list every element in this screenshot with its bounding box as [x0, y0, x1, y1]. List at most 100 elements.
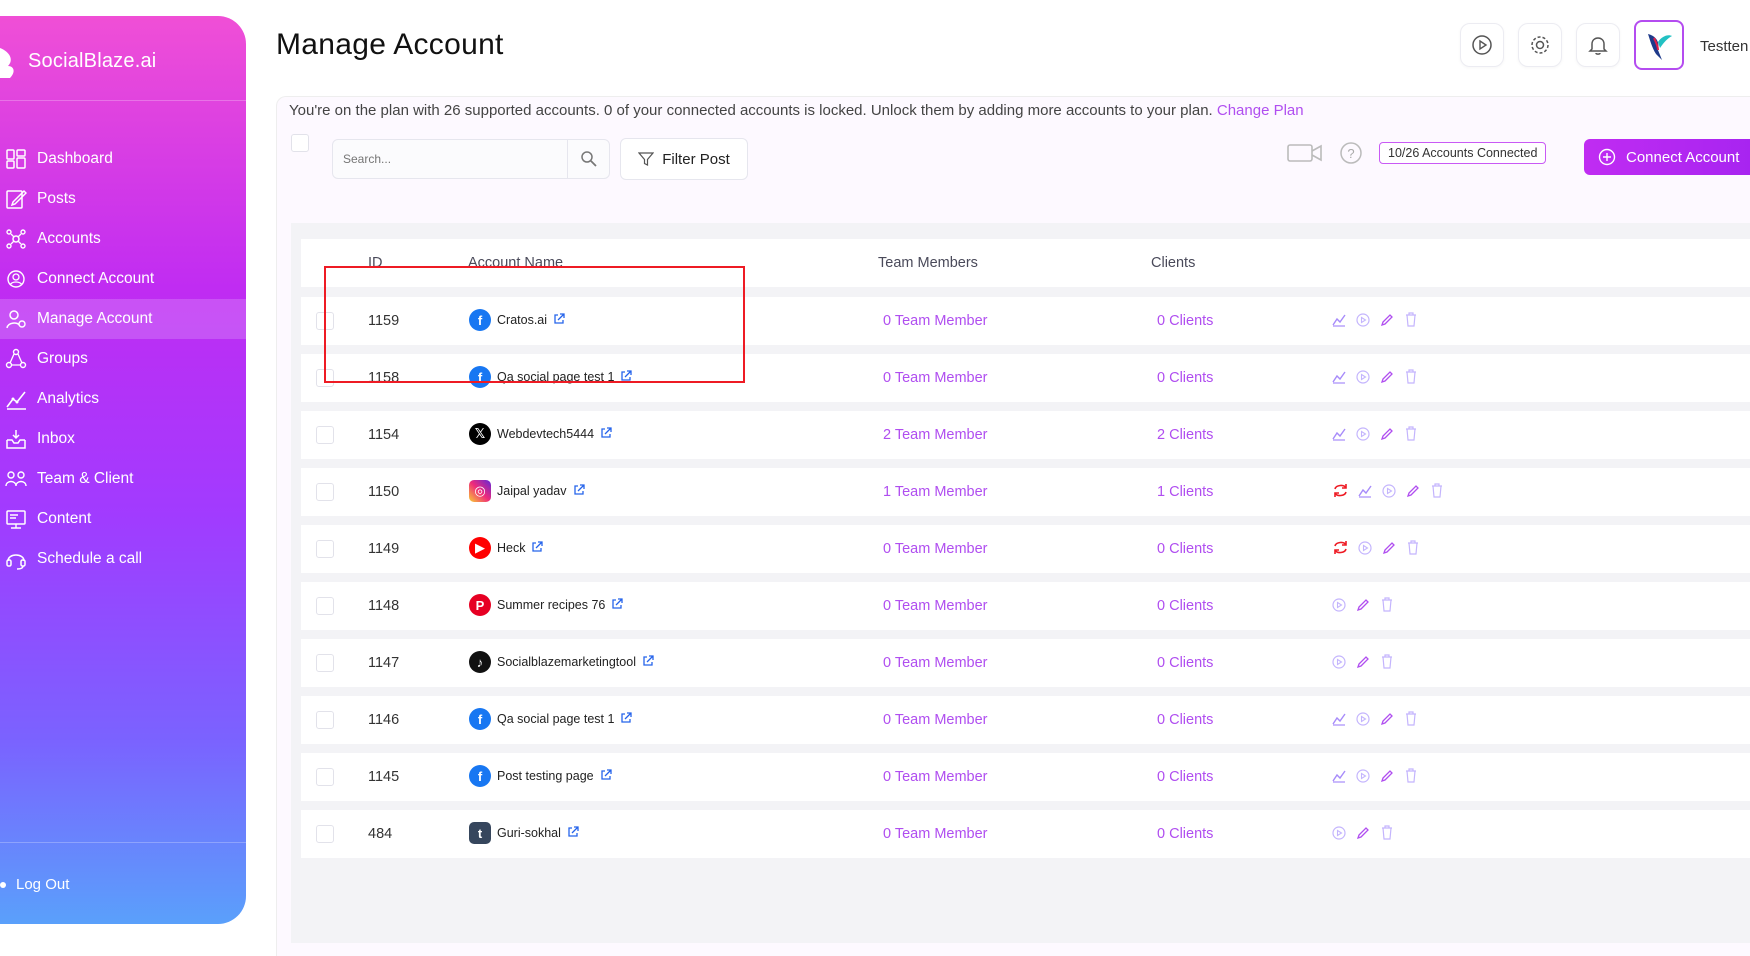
delete-icon[interactable] — [1430, 483, 1444, 501]
change-plan-link[interactable]: Change Plan — [1217, 102, 1304, 119]
clients-link[interactable]: 0 Clients — [1157, 313, 1213, 329]
edit-icon[interactable] — [1380, 769, 1394, 786]
select-all-checkbox[interactable] — [291, 134, 309, 152]
sidebar-item-content[interactable]: Content — [0, 499, 246, 539]
clients-link[interactable]: 1 Clients — [1157, 484, 1213, 500]
username[interactable]: Testten — [1700, 38, 1748, 55]
analytics-icon[interactable] — [1332, 313, 1346, 330]
external-link-icon[interactable] — [567, 825, 579, 841]
delete-icon[interactable] — [1380, 597, 1394, 615]
analytics-icon[interactable] — [1332, 769, 1346, 786]
sidebar-item-posts[interactable]: Posts — [0, 179, 246, 219]
clients-link[interactable]: 0 Clients — [1157, 598, 1213, 614]
row-checkbox[interactable] — [316, 426, 334, 444]
team-member-link[interactable]: 0 Team Member — [883, 541, 988, 557]
search-input[interactable] — [333, 140, 567, 178]
play-icon[interactable] — [1332, 825, 1346, 843]
play-icon[interactable] — [1356, 312, 1370, 330]
refresh-icon[interactable] — [1333, 540, 1348, 558]
row-checkbox[interactable] — [316, 312, 334, 330]
sidebar-item-team-client[interactable]: Team & Client — [0, 459, 246, 499]
external-link-icon[interactable] — [573, 483, 585, 499]
external-link-icon[interactable] — [600, 426, 612, 442]
sidebar-item-schedule-a-call[interactable]: Schedule a call — [0, 539, 246, 579]
refresh-icon[interactable] — [1333, 483, 1348, 501]
delete-icon[interactable] — [1406, 540, 1420, 558]
sidebar-item-connect-account[interactable]: Connect Account — [0, 259, 246, 299]
external-link-icon[interactable] — [642, 654, 654, 670]
external-link-icon[interactable] — [531, 540, 544, 556]
play-icon[interactable] — [1332, 654, 1346, 672]
row-checkbox[interactable] — [316, 825, 334, 843]
play-icon[interactable] — [1358, 540, 1372, 558]
clients-link[interactable]: 0 Clients — [1157, 541, 1213, 557]
help-icon[interactable]: ? — [1339, 141, 1363, 165]
team-member-link[interactable]: 2 Team Member — [883, 427, 988, 443]
team-member-link[interactable]: 0 Team Member — [883, 712, 988, 728]
clients-link[interactable]: 0 Clients — [1157, 769, 1213, 785]
external-link-icon[interactable] — [611, 597, 624, 613]
video-camera-icon[interactable] — [1287, 142, 1323, 164]
settings-button[interactable] — [1518, 23, 1562, 67]
edit-icon[interactable] — [1380, 712, 1394, 729]
edit-icon[interactable] — [1406, 484, 1420, 501]
play-icon[interactable] — [1356, 711, 1370, 729]
external-link-icon[interactable] — [620, 711, 633, 727]
sidebar-item-manage-account[interactable]: Manage Account — [0, 299, 246, 339]
edit-icon[interactable] — [1380, 313, 1394, 330]
avatar[interactable] — [1634, 20, 1684, 70]
play-icon[interactable] — [1356, 426, 1370, 444]
notifications-button[interactable] — [1576, 23, 1620, 67]
external-link-icon[interactable] — [600, 768, 612, 784]
team-member-link[interactable]: 0 Team Member — [883, 655, 988, 671]
row-checkbox[interactable] — [316, 597, 334, 615]
play-icon[interactable] — [1332, 597, 1346, 615]
sidebar-item-dashboard[interactable]: Dashboard — [0, 139, 246, 179]
team-member-link[interactable]: 0 Team Member — [883, 370, 988, 386]
edit-icon[interactable] — [1356, 655, 1370, 672]
external-link-icon[interactable] — [553, 312, 565, 328]
row-checkbox[interactable] — [316, 369, 334, 387]
delete-icon[interactable] — [1380, 654, 1394, 672]
sidebar-item-analytics[interactable]: Analytics — [0, 379, 246, 419]
edit-icon[interactable] — [1382, 541, 1396, 558]
logout-button[interactable]: Log Out — [0, 876, 69, 893]
team-member-link[interactable]: 0 Team Member — [883, 769, 988, 785]
delete-icon[interactable] — [1380, 825, 1394, 843]
sidebar-item-accounts[interactable]: Accounts — [0, 219, 246, 259]
row-checkbox[interactable] — [316, 483, 334, 501]
analytics-icon[interactable] — [1332, 712, 1346, 729]
edit-icon[interactable] — [1356, 598, 1370, 615]
delete-icon[interactable] — [1404, 369, 1418, 387]
external-link-icon[interactable] — [620, 369, 633, 385]
edit-icon[interactable] — [1356, 826, 1370, 843]
analytics-icon[interactable] — [1358, 484, 1372, 501]
delete-icon[interactable] — [1404, 768, 1418, 786]
connect-account-button[interactable]: Connect Account — [1584, 139, 1750, 175]
play-icon[interactable] — [1382, 483, 1396, 501]
edit-icon[interactable] — [1380, 427, 1394, 444]
delete-icon[interactable] — [1404, 312, 1418, 330]
play-icon[interactable] — [1356, 369, 1370, 387]
team-member-link[interactable]: 1 Team Member — [883, 484, 988, 500]
search-button[interactable] — [567, 140, 609, 178]
analytics-icon[interactable] — [1332, 427, 1346, 444]
row-checkbox[interactable] — [316, 711, 334, 729]
row-checkbox[interactable] — [316, 768, 334, 786]
tutorial-button[interactable] — [1460, 23, 1504, 67]
filter-post-button[interactable]: Filter Post — [620, 138, 748, 180]
brand[interactable]: SocialBlaze.ai — [0, 44, 156, 78]
clients-link[interactable]: 0 Clients — [1157, 655, 1213, 671]
clients-link[interactable]: 2 Clients — [1157, 427, 1213, 443]
row-checkbox[interactable] — [316, 540, 334, 558]
clients-link[interactable]: 0 Clients — [1157, 370, 1213, 386]
clients-link[interactable]: 0 Clients — [1157, 712, 1213, 728]
team-member-link[interactable]: 0 Team Member — [883, 826, 988, 842]
clients-link[interactable]: 0 Clients — [1157, 826, 1213, 842]
analytics-icon[interactable] — [1332, 370, 1346, 387]
delete-icon[interactable] — [1404, 711, 1418, 729]
team-member-link[interactable]: 0 Team Member — [883, 598, 988, 614]
edit-icon[interactable] — [1380, 370, 1394, 387]
team-member-link[interactable]: 0 Team Member — [883, 313, 988, 329]
row-checkbox[interactable] — [316, 654, 334, 672]
